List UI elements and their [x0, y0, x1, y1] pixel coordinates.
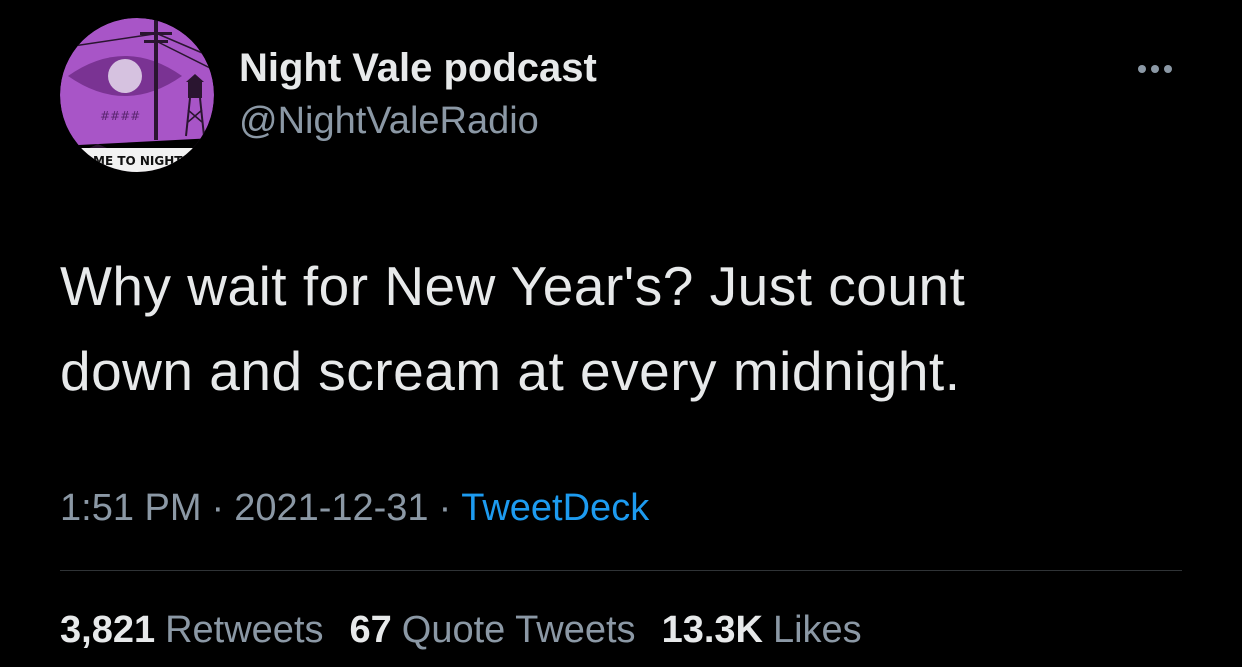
likes-label: Likes [772, 609, 862, 651]
author-handle[interactable]: @NightValeRadio [239, 97, 597, 145]
quote-tweets-count: 67 [349, 609, 392, 651]
tweet-time[interactable]: 1:51 PM [60, 487, 202, 529]
retweets-count: 3,821 [60, 609, 156, 651]
likes-stat[interactable]: 13.3K Likes [662, 606, 862, 654]
author-block: Night Vale podcast @NightValeRadio [239, 44, 597, 145]
divider [60, 570, 1182, 571]
avatar[interactable]: #### COME TO NIGHT V [60, 18, 214, 172]
meta-separator: · [438, 487, 452, 529]
more-options-button[interactable] [1128, 52, 1182, 86]
quote-tweets-stat[interactable]: 67 Quote Tweets [350, 606, 636, 654]
likes-count: 13.3K [661, 609, 763, 651]
retweets-stat[interactable]: 3,821 Retweets [60, 606, 324, 654]
meta-separator: · [211, 487, 225, 529]
tweet-date[interactable]: 2021-12-31 [234, 487, 428, 529]
tweet-stats: 3,821 Retweets 67 Quote Tweets 13.3K Likes [60, 606, 862, 654]
more-horizontal-icon [1138, 65, 1172, 73]
author-display-name[interactable]: Night Vale podcast [239, 44, 597, 92]
tweet-source-link[interactable]: TweetDeck [461, 487, 649, 529]
tweet-text-line: down and scream at every midnight. [60, 340, 961, 402]
tweet-text-line: Why wait for New Year's? Just count [60, 255, 966, 317]
night-vale-logo-icon: #### COME TO NIGHT V [60, 18, 214, 172]
svg-text:####: #### [100, 109, 140, 123]
quote-tweets-label: Quote Tweets [401, 609, 636, 651]
retweets-label: Retweets [165, 609, 324, 651]
tweet-detail: #### COME TO NIGHT V Night Vale podcast … [0, 0, 1242, 667]
tweet-metadata: 1:51 PM · 2021-12-31 · TweetDeck [60, 484, 649, 532]
avatar-banner-text: COME TO NIGHT V [74, 154, 197, 168]
tweet-text: Why wait for New Year's? Just count down… [60, 244, 1190, 414]
